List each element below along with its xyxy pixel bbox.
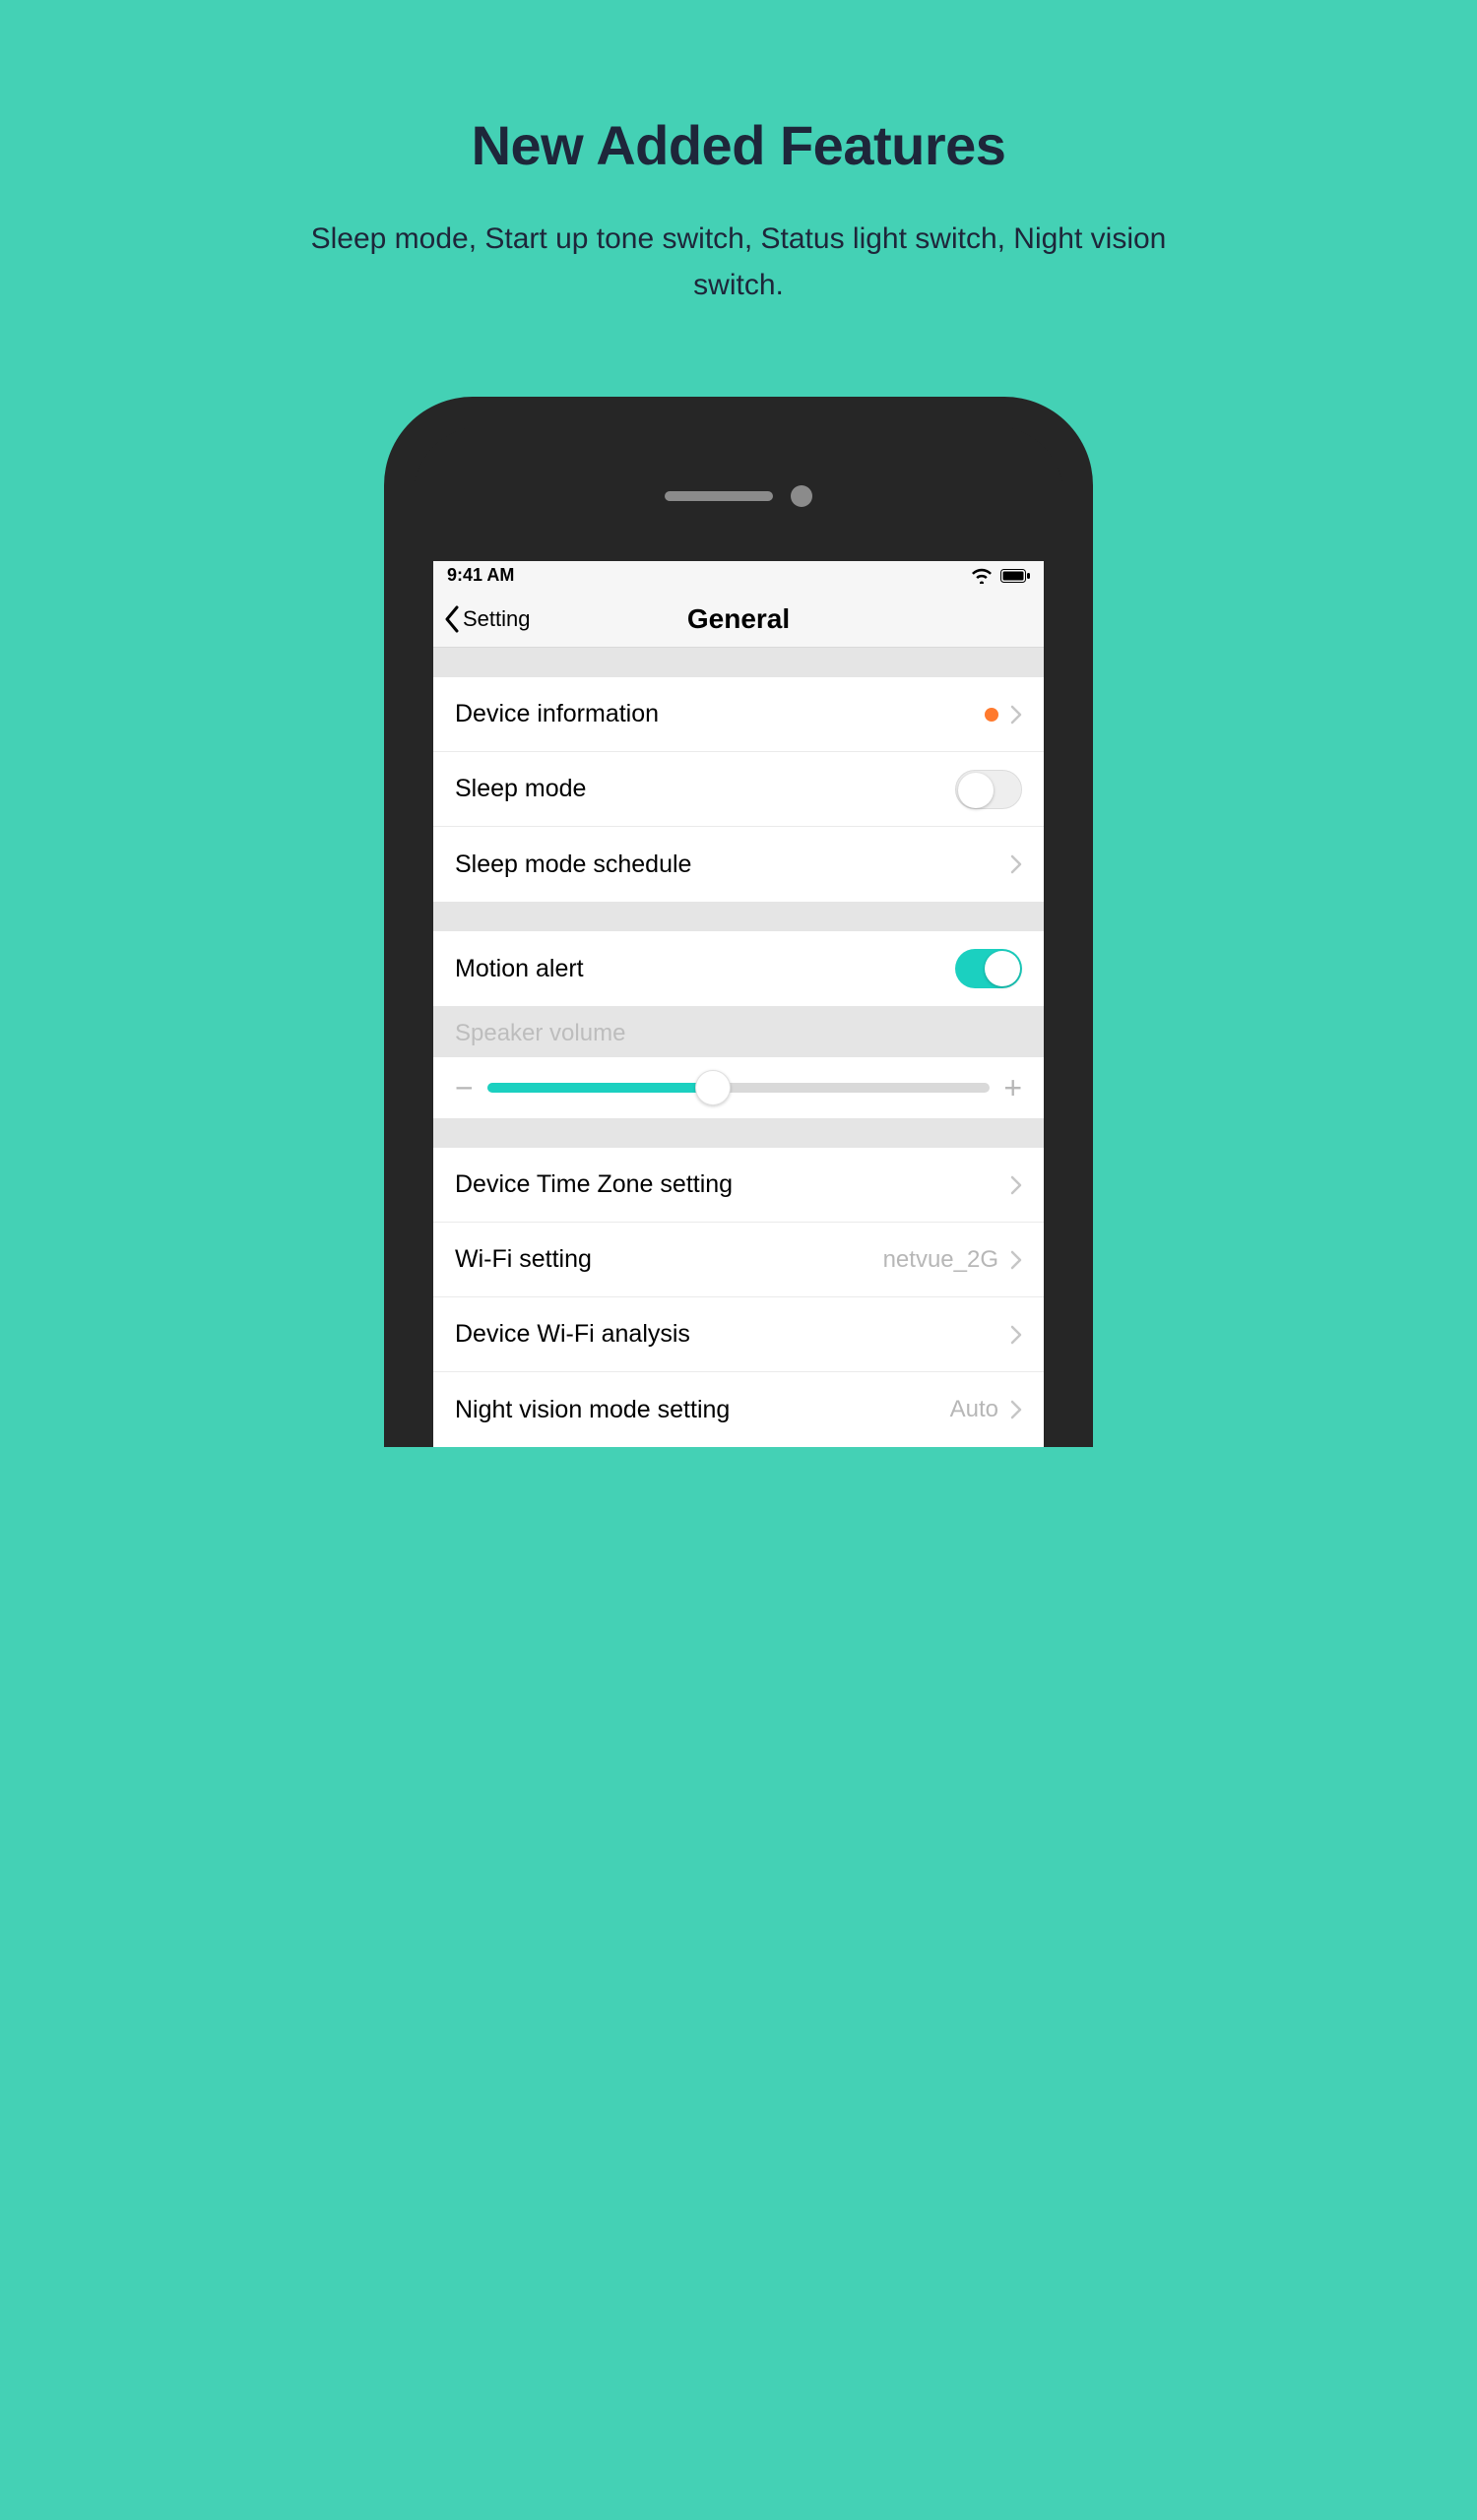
motion-alert-toggle[interactable]: [955, 949, 1022, 988]
status-bar: 9:41 AM: [433, 561, 1044, 591]
row-device-wifi-analysis[interactable]: Device Wi-Fi analysis: [433, 1297, 1044, 1372]
speaker-volume-slider[interactable]: − +: [433, 1057, 1044, 1118]
row-label: Motion alert: [455, 955, 584, 983]
back-label: Setting: [463, 606, 531, 632]
row-motion-alert: Motion alert: [433, 931, 1044, 1006]
wifi-icon: [971, 568, 993, 584]
phone-frame: 9:41 AM Setti: [384, 397, 1093, 1447]
row-sleep-mode-schedule[interactable]: Sleep mode schedule: [433, 827, 1044, 902]
speaker-volume-label: Speaker volume: [455, 1020, 1022, 1047]
plus-icon[interactable]: +: [1003, 1072, 1022, 1103]
phone-screen: 9:41 AM Setti: [433, 561, 1044, 1447]
row-label: Device information: [455, 700, 659, 728]
chevron-right-icon: [1010, 705, 1022, 724]
chevron-right-icon: [1010, 854, 1022, 874]
row-wifi-setting[interactable]: Wi-Fi setting netvue_2G: [433, 1223, 1044, 1297]
marketing-subhead: Sleep mode, Start up tone switch, Status…: [295, 217, 1182, 308]
notification-dot-icon: [985, 708, 998, 722]
chevron-right-icon: [1010, 1325, 1022, 1345]
row-label: Night vision mode setting: [455, 1396, 730, 1424]
row-night-vision-mode[interactable]: Night vision mode setting Auto: [433, 1372, 1044, 1447]
row-label: Device Time Zone setting: [455, 1170, 733, 1199]
night-vision-value: Auto: [950, 1396, 998, 1423]
status-time: 9:41 AM: [447, 565, 514, 586]
battery-icon: [1000, 569, 1030, 583]
chevron-right-icon: [1010, 1175, 1022, 1195]
phone-speaker: [433, 485, 1044, 507]
row-label: Device Wi-Fi analysis: [455, 1320, 690, 1349]
back-button[interactable]: Setting: [433, 604, 531, 634]
nav-bar: Setting General: [433, 591, 1044, 648]
row-label: Wi-Fi setting: [455, 1245, 592, 1274]
row-label: Sleep mode schedule: [455, 850, 691, 879]
row-device-time-zone[interactable]: Device Time Zone setting: [433, 1148, 1044, 1223]
marketing-headline: New Added Features: [472, 113, 1006, 177]
wifi-value: netvue_2G: [883, 1246, 998, 1274]
row-device-information[interactable]: Device information: [433, 677, 1044, 752]
sleep-mode-toggle[interactable]: [955, 770, 1022, 809]
chevron-left-icon: [443, 604, 461, 634]
row-label: Sleep mode: [455, 775, 586, 803]
row-sleep-mode: Sleep mode: [433, 752, 1044, 827]
chevron-right-icon: [1010, 1400, 1022, 1419]
minus-icon[interactable]: −: [455, 1072, 474, 1103]
chevron-right-icon: [1010, 1250, 1022, 1270]
